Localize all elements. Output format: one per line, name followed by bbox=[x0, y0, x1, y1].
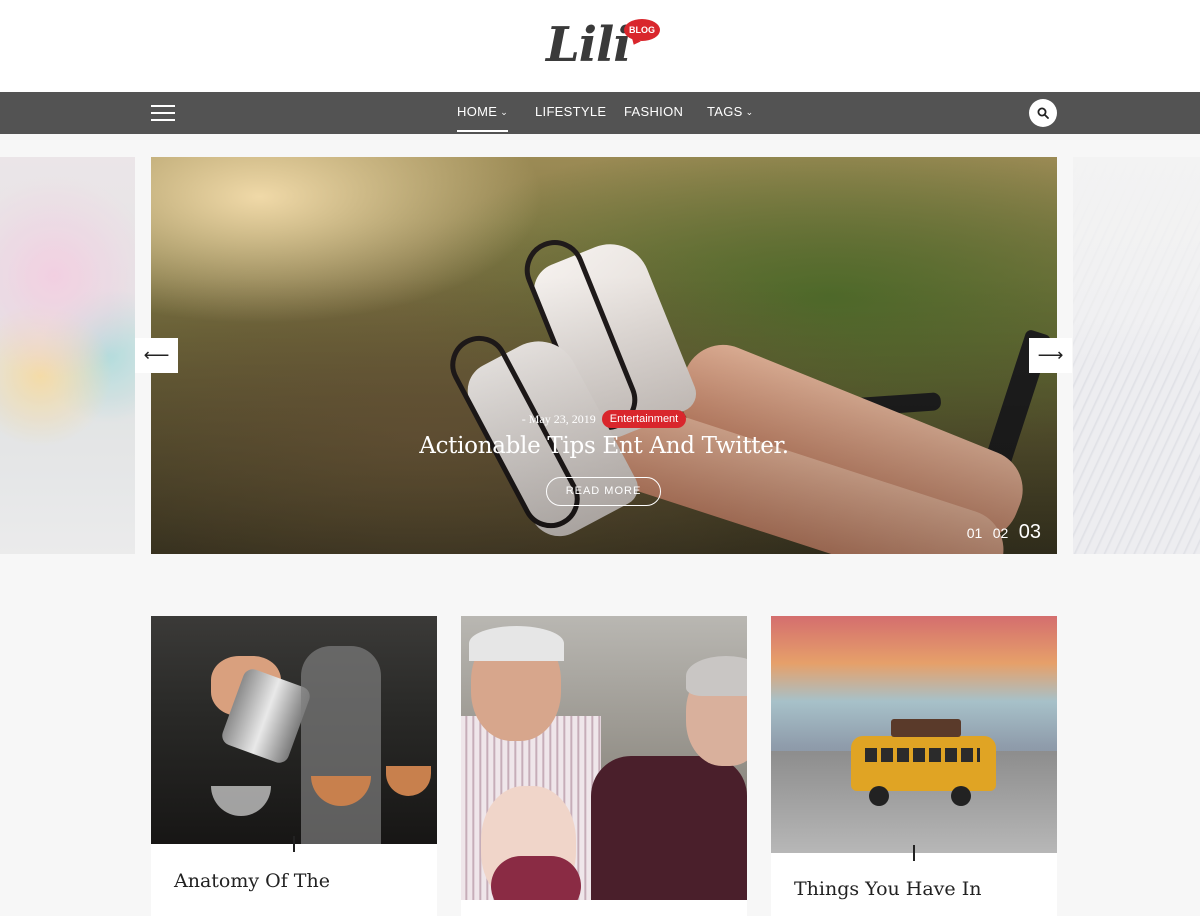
slide-pager: 01 02 03 bbox=[961, 521, 1041, 544]
nav-item-tags[interactable]: TAGS ⌄ bbox=[707, 92, 753, 134]
post-title[interactable]: Things You Have In bbox=[794, 878, 981, 900]
nav-item-lifestyle[interactable]: LIFESTYLE bbox=[535, 92, 606, 134]
chevron-down-icon: ⌄ bbox=[745, 107, 754, 117]
main-navbar: HOME ⌄ LIFESTYLE FASHION TAGS ⌄ bbox=[0, 92, 1200, 134]
previous-slide-preview bbox=[0, 157, 135, 554]
arrow-left-icon: ⟵ bbox=[143, 345, 170, 365]
slide-title[interactable]: Actionable Tips Ent And Twitter. bbox=[151, 433, 1057, 459]
nav-item-label: TAGS bbox=[707, 104, 743, 119]
site-header: Lili BLOG bbox=[0, 0, 1200, 92]
site-logo[interactable]: Lili BLOG bbox=[546, 14, 666, 76]
nav-item-home[interactable]: HOME ⌄ bbox=[457, 92, 509, 134]
chevron-down-icon: ⌄ bbox=[500, 107, 509, 117]
nav-item-fashion[interactable]: FASHION bbox=[624, 92, 683, 134]
slide-page-1[interactable]: 01 bbox=[967, 525, 983, 541]
logo-text: Lili bbox=[546, 17, 631, 73]
prev-slide-button[interactable]: ⟵ bbox=[135, 338, 178, 373]
next-slide-button[interactable]: ⟶ bbox=[1029, 338, 1072, 373]
slide-page-3[interactable]: 03 bbox=[1019, 521, 1041, 544]
search-button[interactable] bbox=[1029, 99, 1057, 127]
nav-item-label: FASHION bbox=[624, 104, 684, 119]
next-slide-preview bbox=[1073, 157, 1200, 554]
category-badge[interactable]: Entertainment bbox=[601, 410, 687, 428]
post-card bbox=[461, 616, 747, 916]
slide-meta: - May 23, 2019 Entertainment bbox=[151, 410, 1057, 428]
slide-page-2[interactable]: 02 bbox=[993, 525, 1009, 541]
search-icon bbox=[1037, 107, 1049, 119]
toy-bus-shape bbox=[851, 736, 996, 791]
menu-toggle-icon[interactable] bbox=[151, 105, 175, 121]
post-thumbnail-family[interactable] bbox=[461, 616, 747, 900]
logo-badge: BLOG bbox=[624, 19, 660, 41]
arrow-right-icon: ⟶ bbox=[1037, 345, 1064, 365]
nav-item-label: HOME bbox=[457, 104, 498, 119]
post-title[interactable]: Anatomy Of The bbox=[174, 870, 330, 892]
post-card: Anatomy Of The bbox=[151, 616, 437, 916]
post-date: - May 23, 2019 bbox=[521, 411, 596, 426]
read-more-button[interactable]: READ MORE bbox=[546, 477, 661, 506]
featured-slide: - May 23, 2019 Entertainment Actionable T… bbox=[151, 157, 1057, 554]
post-thumbnail-toy-bus[interactable] bbox=[771, 616, 1057, 853]
post-card: Things You Have In bbox=[771, 616, 1057, 916]
nav-item-label: LIFESTYLE bbox=[535, 104, 607, 119]
post-thumbnail-coffee[interactable] bbox=[151, 616, 437, 844]
